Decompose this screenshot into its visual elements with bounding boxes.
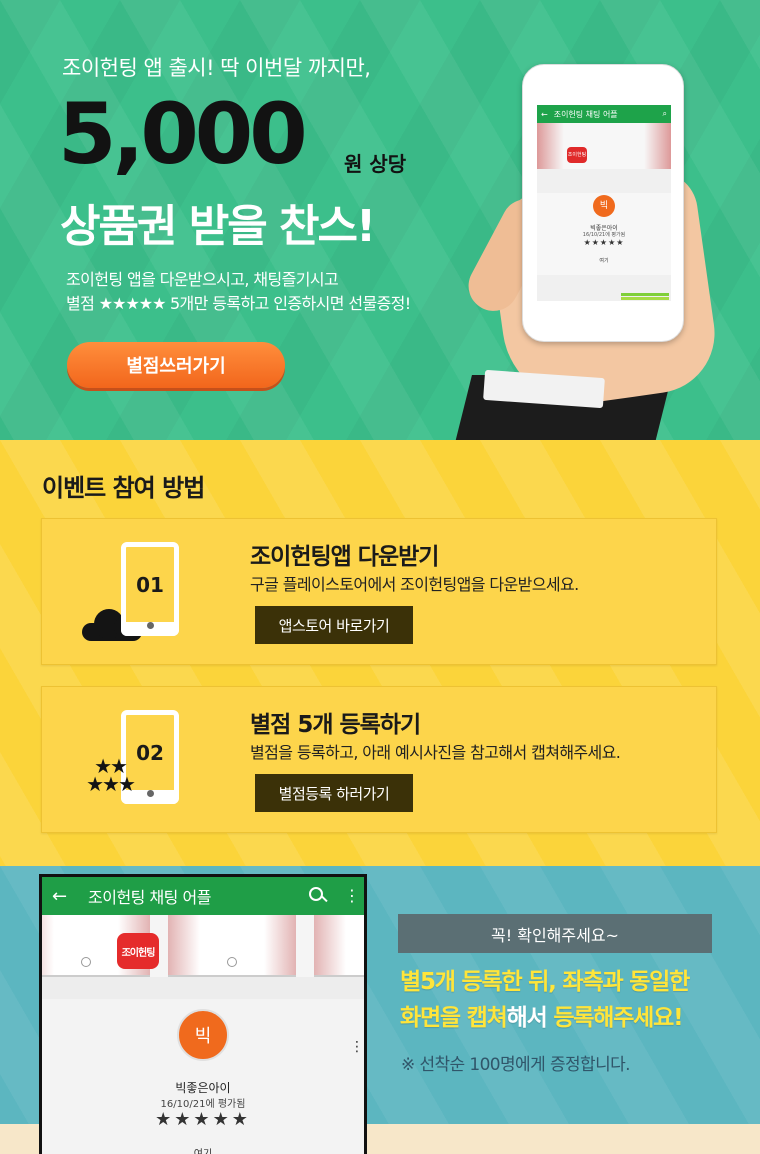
hero-desc-line2-a: 별점 [66,294,95,313]
notice-line2: 화면을 캡쳐해서 등록해주세요! [400,1005,684,1031]
phone-icon: 01 [121,542,179,636]
hero-phone-appbar: ← 조이헌팅 채팅 어플 ⌕ [537,105,671,123]
notice-main: 별5개 등록한 뒤, 좌측과 동일한 화면을 캡쳐해서 등록해주세요! [400,964,730,1036]
avatar: 빅 [177,1009,229,1061]
app-preview-thumb [168,915,296,977]
hero-phone-mockup: ← 조이헌팅 채팅 어플 ⌕ 조이헌팅 빅 빅좋은아이 16/10/21에 평가… [522,64,684,342]
stars-icon: ★★ ★★★ [86,754,136,796]
star-rating-icon: ★★★★★ [155,1109,251,1130]
more-vert-icon: ⋮ [350,1039,364,1055]
step-description: 별점을 등록하고, 아래 예시사진을 참고해서 캡쳐해주세요. [250,743,621,762]
step-title: 조이헌팅앱 다운받기 [250,544,439,570]
hero-description: 조이헌팅 앱을 다운받으시고, 채팅즐기시고 별점 ★★★★★ 5개만 등록하고… [66,268,411,316]
hero-headline: 상품권 받을 찬스! [60,201,376,252]
search-icon [306,884,330,908]
write-rating-button[interactable]: 별점쓰러가기 [67,342,285,388]
app-preview-thumb [314,915,364,977]
hero-amount: 5,000 [58,85,308,183]
avatar: 빅 [593,195,615,217]
hero-phone-screen: ← 조이헌팅 채팅 어플 ⌕ 조이헌팅 빅 빅좋은아이 16/10/21에 평가… [537,105,671,301]
hero-desc-line1: 조이헌팅 앱을 다운받으시고, 채팅즐기시고 [66,270,339,289]
hero-phone-banner: 조이헌팅 [537,123,671,169]
step-title: 별점 5개 등록하기 [250,712,421,738]
example-review-card: 빅 ⋮ 빅좋은아이 16/10/21에 평가됨 ★★★★★ 여기 [42,999,364,1154]
section-title: 이벤트 참여 방법 [42,474,205,502]
example-app-title: 조이헌팅 채팅 어플 [88,888,211,907]
reviewer-name: 빅좋은아이 [175,1081,231,1095]
notice-line1: 별5개 등록한 뒤, 좌측과 동일한 [400,969,690,995]
joyhunting-logo: 조이헌팅 [567,147,587,163]
review-date: 16/10/21에 평가됨 [160,1099,246,1110]
review-date: 16/10/21에 평가됨 [582,232,626,238]
review-text: 여기 [42,1145,364,1154]
review-text: 여기 [599,258,609,264]
step-card-rating: 02 ★★ ★★★ 별점 5개 등록하기 별점을 등록하고, 아래 예시사진을 … [41,686,717,833]
hero-phone-title: 조이헌팅 채팅 어플 [553,109,618,119]
example-appbar: ← 조이헌팅 채팅 어플 ⋮ [42,877,364,915]
search-icon: ⌕ [662,109,667,118]
go-to-app-store-button[interactable]: 앱스토어 바로가기 [255,606,413,644]
hero-banner: 조이헌팅 앱 출시! 딱 이번달 까지만, 5,000 원 상당 상품권 받을 … [0,0,760,440]
hero-phone-review-card: 빅 빅좋은아이 16/10/21에 평가됨 ★★★★★ 여기 [537,193,671,275]
back-arrow-icon: ← [541,109,548,119]
rating-histogram [621,293,669,296]
hero-subtitle: 조이헌팅 앱 출시! 딱 이번달 까지만, [62,56,371,80]
home-button-icon [147,622,154,629]
step-number: 01 [136,573,164,597]
back-arrow-icon: ← [52,885,68,907]
joyhunting-logo: 조이헌팅 [117,933,159,969]
step-card-download: 01 조이헌팅앱 다운받기 구글 플레이스토어에서 조이헌팅앱을 다운받으세요.… [41,518,717,665]
more-vert-icon: ⋮ [344,886,360,905]
home-button-icon [147,790,154,797]
step-description: 구글 플레이스토어에서 조이헌팅앱을 다운받으세요. [250,575,579,594]
star-icon: ★★★★★ [98,294,167,313]
go-to-rating-button[interactable]: 별점등록 하러가기 [255,774,413,812]
notice-label: 꼭! 확인해주세요~ [398,914,712,953]
star-rating-icon: ★★★★★ [583,238,625,247]
example-screenshot: ← 조이헌팅 채팅 어플 ⋮ 조이헌팅 빅 ⋮ 빅좋은아이 16/10/21에 … [39,874,367,1154]
event-howto-section: 이벤트 참여 방법 01 조이헌팅앱 다운받기 구글 플레이스토어에서 조이헌팅… [0,440,760,866]
notice-footnote: ※ 선착순 100명에게 증정합니다. [401,1055,631,1075]
example-screenshot-strip [42,915,364,977]
hero-desc-line2: 별점 ★★★★★ 5개만 등록하고 인증하시면 선물증정! [66,292,411,316]
hero-amount-unit: 원 상당 [344,152,407,176]
hero-desc-line2-b: 5개만 등록하고 인증하시면 선물증정! [169,294,411,313]
